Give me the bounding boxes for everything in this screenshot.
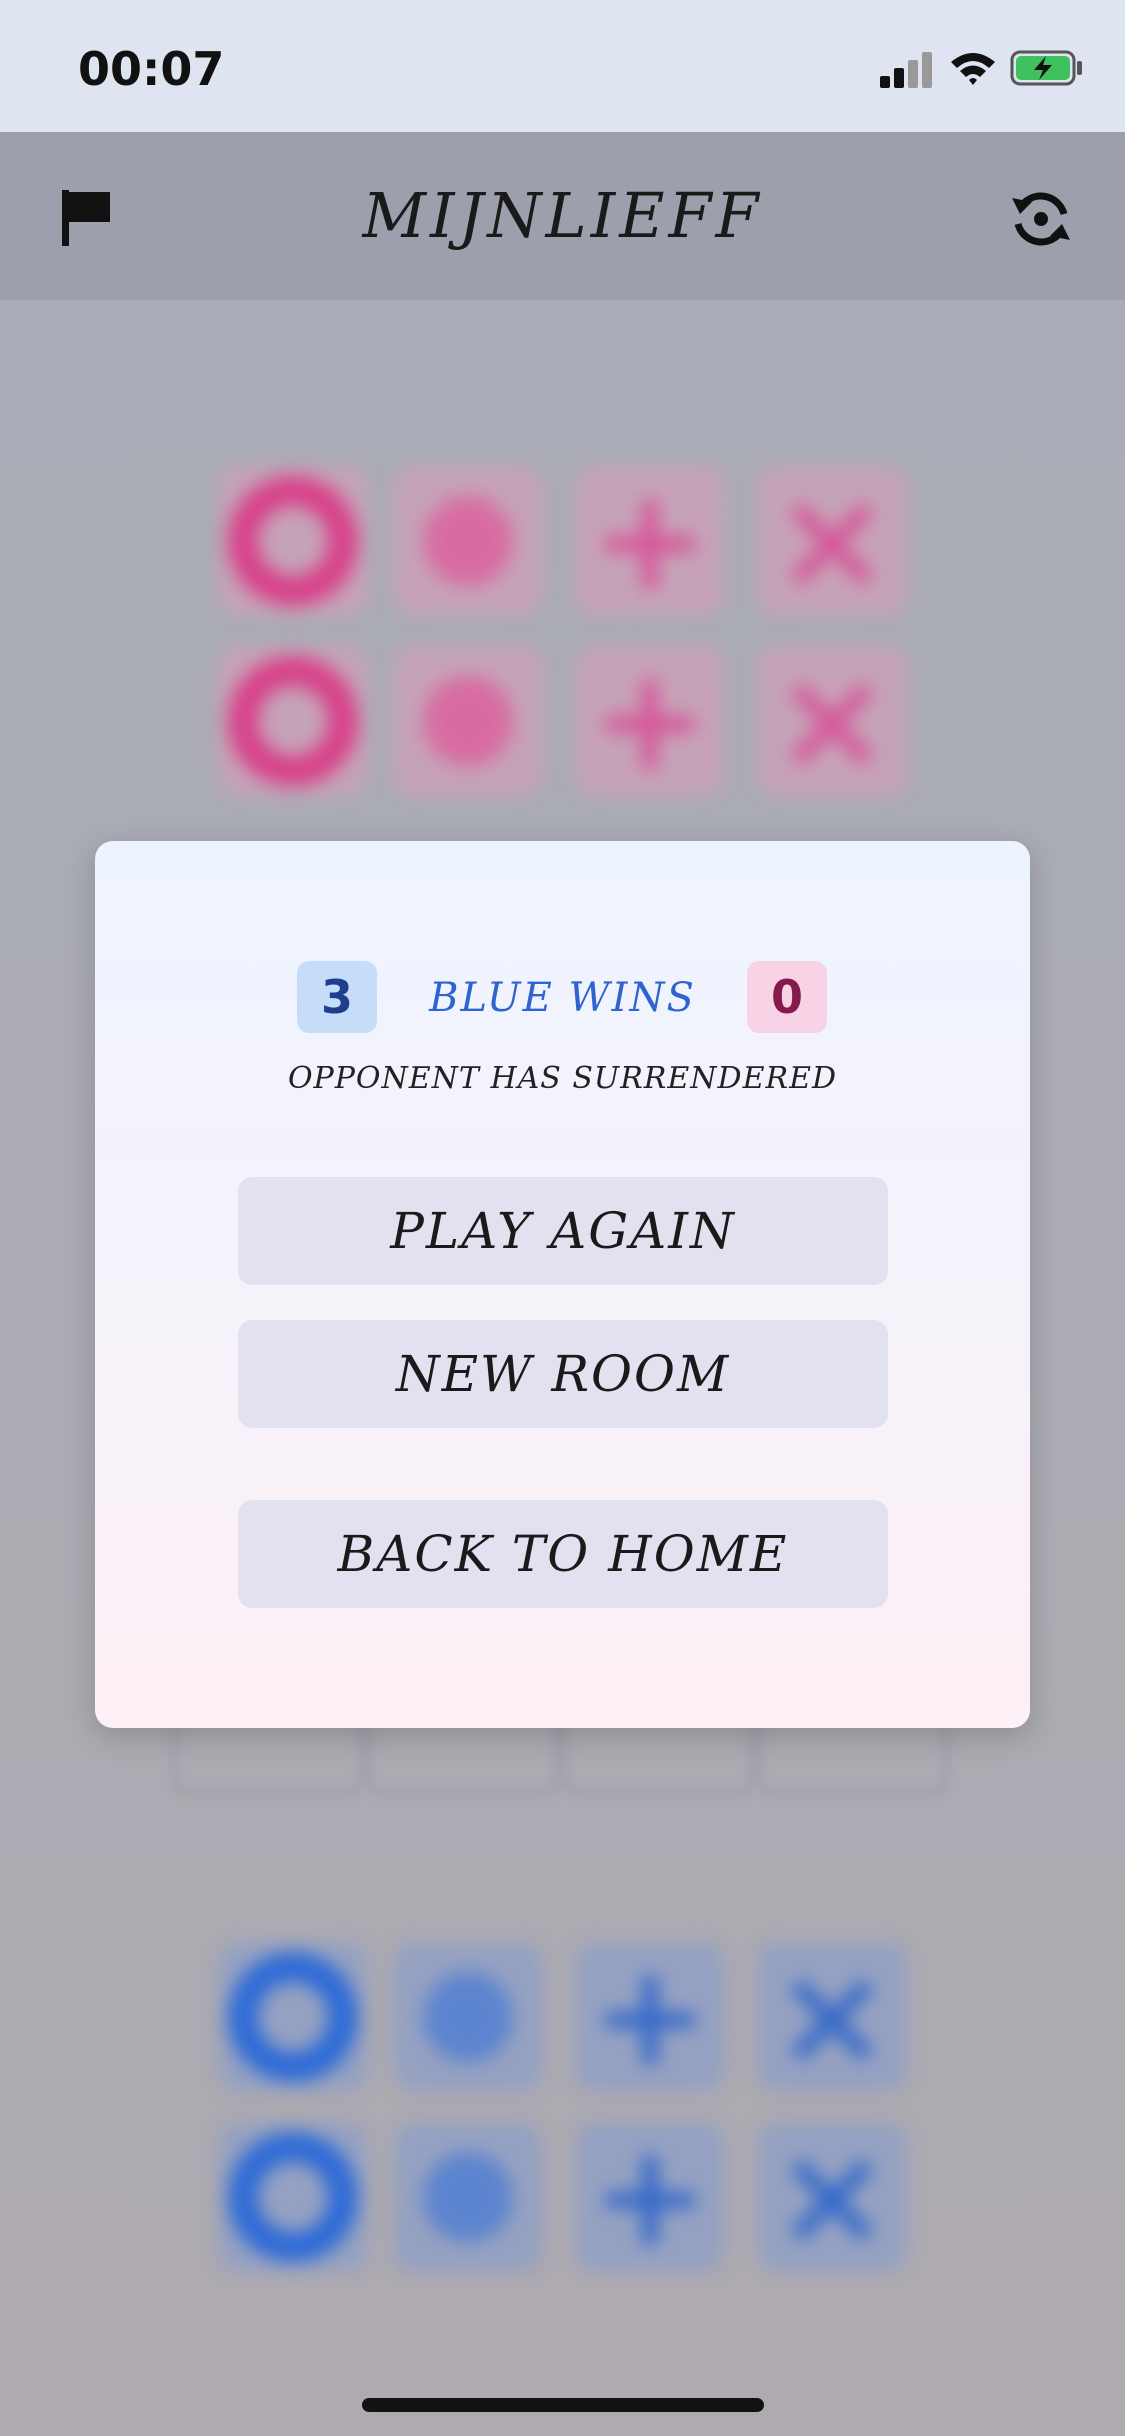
cellular-signal-icon	[880, 50, 936, 88]
pink-cross-piece: ×	[757, 466, 907, 616]
game-over-modal: 3 BLUE WINS 0 OPPONENT HAS SURRENDERED P…	[95, 841, 1030, 1728]
pink-dot-piece	[393, 466, 543, 616]
pink-ring-piece	[218, 466, 368, 616]
pink-ring-piece	[218, 646, 368, 796]
status-time: 00:07	[78, 42, 225, 96]
back-to-home-button[interactable]: BACK TO HOME	[238, 1500, 888, 1608]
result-subtitle: OPPONENT HAS SURRENDERED	[287, 1061, 838, 1096]
blue-cross-piece: ×	[757, 1942, 907, 2092]
blue-score-badge: 3	[297, 961, 377, 1033]
pink-plus-piece: +	[575, 646, 725, 796]
blue-ring-piece	[218, 1942, 368, 2092]
result-title: BLUE WINS	[429, 975, 696, 1021]
pink-plus-piece: +	[575, 466, 725, 616]
blue-plus-piece: +	[575, 2122, 725, 2272]
blue-plus-piece: +	[575, 1942, 725, 2092]
page-title: MIJNLIEFF	[362, 179, 763, 252]
blue-ring-piece	[218, 2122, 368, 2272]
blue-dot-piece	[393, 1942, 543, 2092]
pink-cross-piece: ×	[757, 646, 907, 796]
refresh-icon[interactable]	[1006, 184, 1076, 254]
header-bar: MIJNLIEFF	[0, 132, 1125, 300]
play-again-button[interactable]: PLAY AGAIN	[238, 1177, 888, 1285]
pink-score-badge: 0	[747, 961, 827, 1033]
pink-dot-piece	[393, 646, 543, 796]
blue-cross-piece: ×	[757, 2122, 907, 2272]
wifi-icon	[951, 53, 995, 85]
flag-icon[interactable]	[58, 188, 114, 248]
status-bar: 00:07	[0, 0, 1125, 132]
blue-dot-piece	[393, 2122, 543, 2272]
new-room-button[interactable]: NEW ROOM	[238, 1320, 888, 1428]
home-indicator[interactable]	[362, 2398, 764, 2412]
battery-charging-icon	[1010, 50, 1082, 86]
